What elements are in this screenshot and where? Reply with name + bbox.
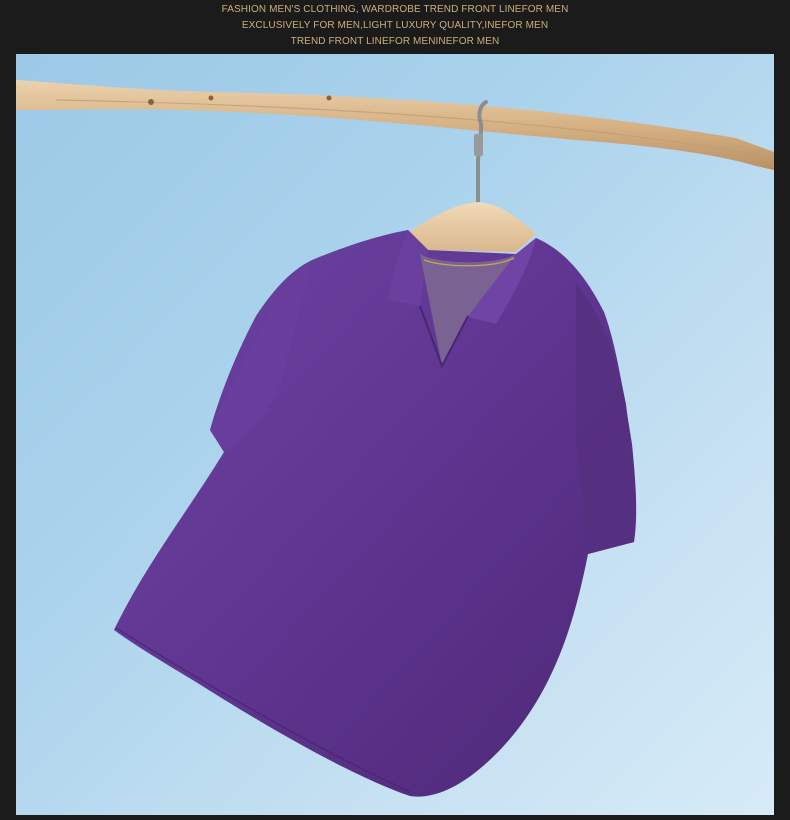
purple-polo-shirt [114, 230, 637, 797]
wooden-hanger [406, 202, 536, 252]
product-photo [16, 54, 774, 815]
wooden-branch [16, 80, 774, 170]
header-line-1: FASHION MEN'S CLOTHING, WARDROBE TREND F… [221, 4, 569, 15]
header-line-3: TREND FRONT LINEFOR MENINEFOR MEN [290, 36, 500, 47]
header-line-2: EXCLUSIVELY FOR MEN,LIGHT LUXURY QUALITY… [241, 20, 549, 31]
header-text-block: FASHION MEN'S CLOTHING, WARDROBE TREND F… [0, 0, 790, 54]
product-illustration [16, 80, 774, 797]
